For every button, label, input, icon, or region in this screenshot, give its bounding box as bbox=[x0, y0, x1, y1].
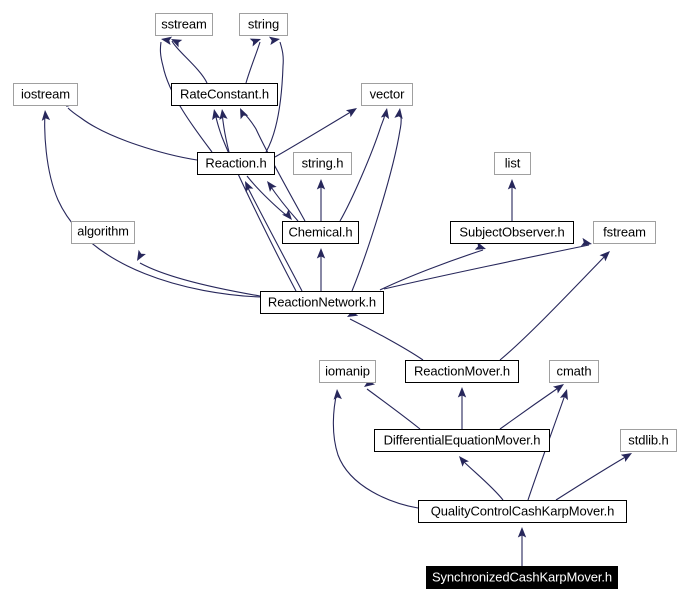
graph-node-label: SubjectObserver.h bbox=[459, 224, 565, 240]
edge-QualityControlCashKarpMover.h-to-DifferentialEquationMover.h bbox=[460, 458, 504, 501]
graph-node-iostream[interactable]: iostream bbox=[13, 83, 78, 106]
edge-DifferentialEquationMover.h-to-iomanip bbox=[366, 388, 421, 430]
graph-node-label: ReactionNetwork.h bbox=[267, 294, 377, 310]
graph-node-label: iomanip bbox=[325, 363, 370, 379]
graph-node-string.h[interactable]: string.h bbox=[293, 152, 352, 175]
arrowhead-ReactionNetwork.h->iostream bbox=[41, 110, 51, 121]
arrowhead-Reaction.h->string bbox=[268, 36, 280, 45]
graph-node-RateConstant.h[interactable]: RateConstant.h bbox=[171, 83, 278, 106]
graph-node-label: sstream bbox=[161, 16, 207, 32]
edge-QualityControlCashKarpMover.h-to-stdlib.h bbox=[555, 454, 630, 501]
include-dependency-graph: sstream string iostream RateConstant.h vecto… bbox=[0, 0, 689, 603]
arrowhead-ReactionNetwork.h->vector bbox=[394, 108, 403, 119]
graph-node-iomanip[interactable]: iomanip bbox=[319, 360, 376, 383]
graph-node-Chemical.h[interactable]: Chemical.h bbox=[282, 221, 359, 244]
graph-node-string[interactable]: string bbox=[239, 13, 288, 36]
arrowhead-Reaction.h->vector bbox=[345, 108, 357, 118]
graph-node-label: fstream bbox=[603, 224, 646, 240]
graph-node-fstream[interactable]: fstream bbox=[593, 221, 656, 244]
arrowhead-QualityControlCashKarpMover.h->cmath bbox=[559, 389, 568, 401]
edge-RateConstant.h-to-string bbox=[245, 41, 261, 84]
graph-node-cmath[interactable]: cmath bbox=[549, 360, 599, 383]
graph-node-DifferentialEquationMover.h[interactable]: DifferentialEquationMover.h bbox=[374, 429, 550, 452]
graph-node-label: cmath bbox=[556, 363, 592, 379]
graph-node-SubjectObserver.h[interactable]: SubjectObserver.h bbox=[450, 221, 574, 244]
arrowhead-Chemical.h->vector bbox=[380, 108, 390, 120]
graph-node-vector[interactable]: vector bbox=[361, 83, 413, 106]
graph-node-label: SynchronizedCashKarpMover.h bbox=[431, 569, 613, 585]
graph-node-sstream[interactable]: sstream bbox=[155, 13, 213, 36]
graph-node-Reaction.h[interactable]: Reaction.h bbox=[197, 152, 275, 175]
edge-Reaction.h-to-iostream bbox=[67, 107, 198, 161]
arrowhead-Chemical.h->RateConstant.h bbox=[240, 108, 249, 120]
graph-node-ReactionMover.h[interactable]: ReactionMover.h bbox=[405, 360, 519, 383]
edge-arrowheads bbox=[41, 36, 632, 538]
graph-node-label: vector bbox=[369, 86, 405, 102]
graph-node-label: string.h bbox=[301, 155, 344, 171]
graph-node-label: algorithm bbox=[77, 223, 129, 239]
graph-node-label: Reaction.h bbox=[205, 155, 267, 171]
edge-ReactionMover.h-to-fstream bbox=[499, 253, 608, 361]
graph-node-label: RateConstant.h bbox=[180, 86, 269, 102]
graph-node-label: Chemical.h bbox=[288, 224, 353, 240]
graph-node-stdlib.h[interactable]: stdlib.h bbox=[620, 429, 677, 452]
graph-node-label: DifferentialEquationMover.h bbox=[383, 432, 541, 448]
arrowhead-ReactionNetwork.h->algorithm bbox=[137, 249, 146, 261]
graph-node-label: ReactionMover.h bbox=[413, 363, 511, 379]
graph-node-ReactionNetwork.h[interactable]: ReactionNetwork.h bbox=[260, 291, 384, 314]
graph-node-algorithm[interactable]: algorithm bbox=[71, 221, 135, 244]
graph-node-SynchronizedCashKarpMover.h[interactable]: SynchronizedCashKarpMover.h bbox=[426, 566, 618, 589]
arrowhead-QualityControlCashKarpMover.h->iomanip bbox=[333, 389, 342, 400]
arrowhead-ReactionNetwork.h->RateConstant.h bbox=[212, 109, 221, 121]
edge-Chemical.h-to-Reaction.h bbox=[268, 183, 299, 222]
arrowhead-Chemical.h->Reaction.h bbox=[267, 181, 277, 192]
edge-ReactionMover.h-to-ReactionNetwork.h bbox=[349, 318, 424, 361]
edge-RateConstant.h-to-sstream bbox=[171, 40, 208, 84]
graph-node-list[interactable]: list bbox=[494, 152, 531, 175]
graph-node-label: string bbox=[247, 16, 280, 32]
graph-node-label: iostream bbox=[20, 86, 71, 102]
edge-ReactionNetwork.h-to-fstream bbox=[383, 244, 590, 290]
graph-node-label: QualityControlCashKarpMover.h bbox=[430, 503, 615, 519]
arrowhead-Reaction.h->sstream bbox=[161, 36, 173, 45]
graph-node-label: stdlib.h bbox=[628, 432, 669, 448]
graph-node-QualityControlCashKarpMover.h[interactable]: QualityControlCashKarpMover.h bbox=[418, 500, 627, 523]
edge-ReactionNetwork.h-to-algorithm bbox=[139, 262, 261, 297]
arrowhead-RateConstant.h->string bbox=[249, 38, 261, 47]
edge-DifferentialEquationMover.h-to-cmath bbox=[499, 385, 562, 430]
edge-Reaction.h-to-vector bbox=[274, 109, 355, 158]
graph-node-label: list bbox=[504, 155, 521, 171]
